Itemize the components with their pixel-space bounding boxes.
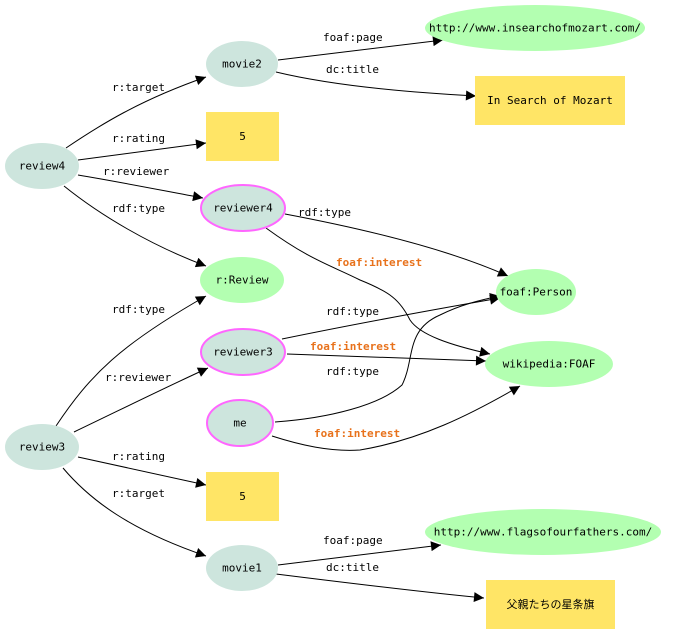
edge-review4-rReview xyxy=(63,185,207,268)
node-label: foaf:Person xyxy=(500,286,573,299)
node-label: 父親たちの星条旗 xyxy=(507,597,595,611)
edge-reviewer3-wikiFoaf xyxy=(286,353,487,366)
edge-label: rdf:type xyxy=(326,305,379,318)
rdf-graph: review4 movie2 5 reviewer4 r:Review http://ww… xyxy=(5,5,661,629)
edge-label: r:target xyxy=(112,487,165,500)
edge-label: rdf:type xyxy=(298,206,351,219)
edge-label: foaf:interest xyxy=(310,340,396,353)
node-title1[interactable]: 父親たちの星条旗 xyxy=(486,580,615,629)
edge-label: r:reviewer xyxy=(103,165,170,178)
node-label: http://www.insearchofmozart.com/ xyxy=(429,22,641,35)
node-movie1[interactable]: movie1 xyxy=(206,545,278,591)
node-label: 5 xyxy=(239,130,246,143)
edge-label: foaf:interest xyxy=(336,256,422,269)
node-rating3[interactable]: 5 xyxy=(206,472,279,521)
node-label: review4 xyxy=(19,160,66,173)
node-label: In Search of Mozart xyxy=(487,94,613,107)
node-movie2[interactable]: movie2 xyxy=(206,41,278,87)
edge-label: foaf:interest xyxy=(314,427,400,440)
edge-label: rdf:type xyxy=(112,303,165,316)
edge-label: dc:title xyxy=(326,63,379,76)
edge-review4-rating4 xyxy=(77,139,207,161)
node-review4[interactable]: review4 xyxy=(5,143,79,189)
node-label: wikipedia:FOAF xyxy=(503,358,596,371)
node-label: movie1 xyxy=(222,562,262,575)
node-label: review3 xyxy=(19,441,65,454)
edge-label: rdf:type xyxy=(112,202,165,215)
node-url2[interactable]: http://www.insearchofmozart.com/ xyxy=(425,5,645,51)
edge-review3-movie1 xyxy=(62,467,207,558)
node-label: me xyxy=(233,417,246,430)
edge-label: foaf:page xyxy=(323,31,383,44)
edge-label: r:target xyxy=(112,81,165,94)
edge-me-foafPerson xyxy=(274,293,501,423)
edge-label: rdf:type xyxy=(326,365,379,378)
node-label: movie2 xyxy=(222,58,262,71)
node-me[interactable]: me xyxy=(206,399,274,447)
node-wikiFoaf[interactable]: wikipedia:FOAF xyxy=(485,341,613,387)
edge-label: dc:title xyxy=(326,561,379,574)
node-review3[interactable]: review3 xyxy=(5,424,79,470)
node-rReview[interactable]: r:Review xyxy=(200,257,284,303)
edge-label: r:rating xyxy=(112,132,165,145)
edge-review4-reviewer4 xyxy=(77,174,204,202)
node-foafPerson[interactable]: foaf:Person xyxy=(496,269,576,315)
edges-layer xyxy=(55,36,521,603)
node-url1[interactable]: http://www.flagsofourfathers.com/ xyxy=(425,509,661,555)
node-reviewer4[interactable]: reviewer4 xyxy=(200,184,286,232)
node-label: 5 xyxy=(239,490,246,503)
edge-label: foaf:page xyxy=(323,534,383,547)
node-label: reviewer3 xyxy=(213,346,273,359)
node-title2[interactable]: In Search of Mozart xyxy=(475,76,625,125)
node-label: http://www.flagsofourfathers.com/ xyxy=(434,526,653,539)
node-rating4[interactable]: 5 xyxy=(206,112,279,161)
edge-label: r:rating xyxy=(112,450,165,463)
edge-label: r:reviewer xyxy=(105,371,172,384)
node-reviewer3[interactable]: reviewer3 xyxy=(200,328,286,376)
edge-movie1-title1 xyxy=(275,573,485,603)
node-label: reviewer4 xyxy=(213,202,273,215)
node-label: r:Review xyxy=(216,274,269,287)
